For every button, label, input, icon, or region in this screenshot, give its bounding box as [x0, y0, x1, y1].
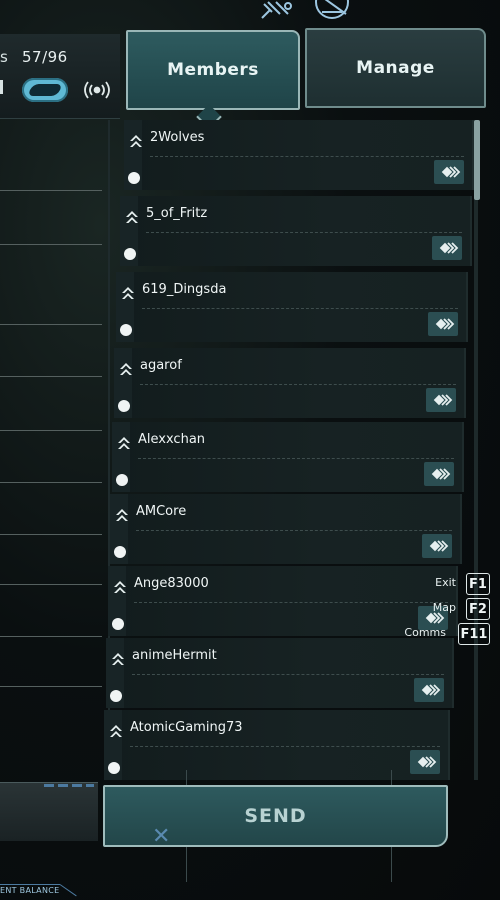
member-name: 5_of_Fritz — [146, 206, 208, 221]
row-separator — [134, 602, 448, 603]
online-status-dot — [114, 546, 126, 558]
online-status-dot — [110, 690, 122, 702]
hotkey-exit-key[interactable]: F1 — [466, 573, 490, 595]
tab-members[interactable]: Members — [126, 30, 300, 110]
rank-chevron-icon — [116, 509, 128, 521]
member-name: AtomicGaming73 — [130, 720, 243, 735]
close-icon[interactable]: ✕ — [152, 824, 170, 849]
member-action-icon — [431, 468, 451, 480]
row-separator — [150, 156, 464, 157]
member-row[interactable]: 2Wolves — [124, 120, 474, 190]
member-row[interactable]: Alexxchan — [112, 422, 464, 492]
online-toggle[interactable] — [22, 78, 68, 102]
online-status-dot — [118, 400, 130, 412]
online-status-dot — [108, 762, 120, 774]
rank-chevron-icon — [122, 287, 134, 299]
hotkey-comms-label: Comms — [404, 626, 446, 639]
hotkey-map-label: Map — [432, 601, 456, 614]
member-row[interactable]: AMCore — [110, 494, 462, 564]
member-count: 57/96 — [22, 48, 68, 66]
member-action-icon — [421, 684, 441, 696]
balance-label: ENT BALANCE — [0, 886, 60, 895]
list-divider — [0, 482, 102, 483]
member-row[interactable]: agarof — [114, 348, 466, 418]
member-action-button[interactable] — [434, 160, 464, 184]
member-name: Ange83000 — [134, 576, 209, 591]
row-separator — [132, 674, 444, 675]
rank-chevron-icon — [118, 437, 130, 449]
online-status-dot — [120, 324, 132, 336]
member-action-icon — [433, 394, 453, 406]
decorative-dashes — [44, 784, 94, 787]
online-status-dot — [112, 618, 124, 630]
member-action-icon — [417, 756, 437, 768]
member-action-button[interactable] — [424, 462, 454, 486]
status-bar — [0, 34, 120, 119]
globe-icon[interactable] — [312, 0, 352, 22]
tab-members-label: Members — [167, 60, 259, 80]
member-action-button[interactable] — [422, 534, 452, 558]
online-status-dot — [128, 172, 140, 184]
broadcast-icon[interactable] — [82, 78, 112, 102]
member-row[interactable]: animeHermit — [106, 638, 454, 708]
member-action-button[interactable] — [414, 678, 444, 702]
member-name: animeHermit — [132, 648, 217, 663]
list-divider — [0, 190, 102, 191]
member-action-button[interactable] — [410, 750, 440, 774]
member-name: Alexxchan — [138, 432, 206, 447]
satellite-icon[interactable] — [258, 0, 298, 22]
balance-underline — [0, 884, 60, 885]
rank-chevron-icon — [112, 653, 124, 665]
send-button-label: SEND — [244, 805, 307, 827]
row-separator — [140, 384, 456, 385]
member-name: AMCore — [136, 504, 187, 519]
list-divider — [0, 376, 102, 377]
list-divider — [0, 430, 102, 431]
rank-chevron-icon — [114, 581, 126, 593]
member-action-button[interactable] — [428, 312, 458, 336]
member-action-button[interactable] — [426, 388, 456, 412]
status-prefix: s — [0, 48, 8, 66]
input-panel[interactable] — [0, 782, 98, 841]
online-status-dot — [124, 248, 136, 260]
row-separator — [138, 458, 454, 459]
member-name: 619_Dingsda — [142, 282, 227, 297]
tab-manage[interactable]: Manage — [305, 28, 486, 108]
hotkey-exit-label: Exit — [435, 576, 456, 589]
member-action-icon — [435, 318, 455, 330]
row-separator — [142, 308, 458, 309]
rank-chevron-icon — [130, 135, 142, 147]
tab-manage-label: Manage — [356, 58, 435, 78]
rank-chevron-icon — [110, 725, 122, 737]
hotkey-comms-key[interactable]: F11 — [458, 623, 490, 645]
rank-chevron-icon — [126, 211, 138, 223]
member-row[interactable]: 5_of_Fritz — [120, 196, 472, 266]
hotkey-map-key[interactable]: F2 — [466, 598, 490, 620]
rank-chevron-icon — [120, 363, 132, 375]
member-name: agarof — [140, 358, 182, 373]
list-divider — [0, 534, 102, 535]
list-divider — [0, 636, 102, 637]
list-divider — [0, 584, 102, 585]
member-name: 2Wolves — [150, 130, 205, 145]
row-separator — [130, 746, 440, 747]
row-separator — [146, 232, 462, 233]
member-action-icon — [439, 242, 459, 254]
online-status-dot — [116, 474, 128, 486]
list-divider — [0, 686, 102, 687]
row-separator — [136, 530, 452, 531]
member-list: 2Wolves 5_of_Fritz 619_Dingsda agarof Al… — [100, 120, 490, 780]
status-indicator — [0, 80, 3, 94]
member-row[interactable]: 619_Dingsda — [116, 272, 468, 342]
member-action-button[interactable] — [432, 236, 462, 260]
member-action-icon — [429, 540, 449, 552]
list-divider — [0, 324, 102, 325]
list-divider — [0, 244, 102, 245]
member-action-icon — [441, 166, 461, 178]
left-list-panel — [0, 120, 110, 780]
